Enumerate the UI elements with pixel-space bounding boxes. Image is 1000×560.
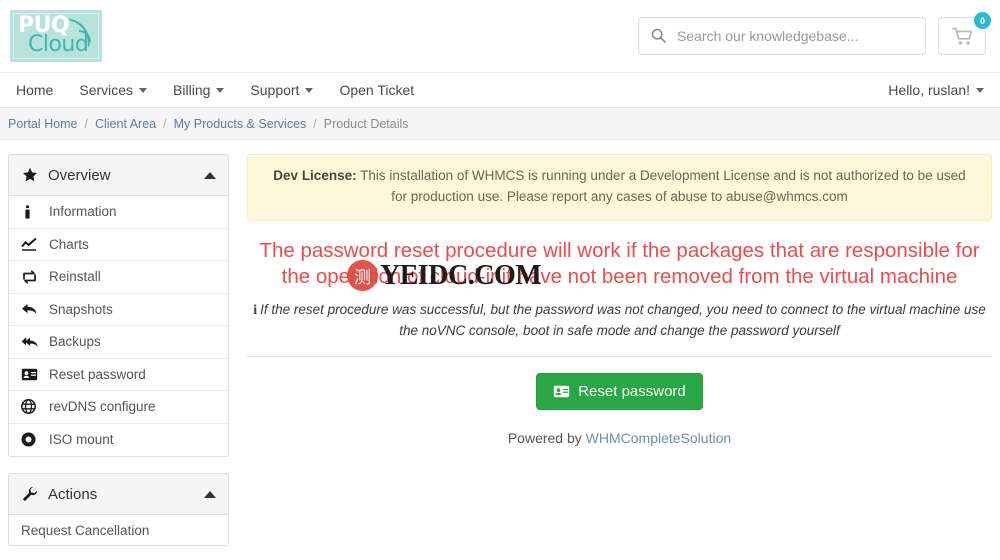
chevron-up-icon[interactable] bbox=[204, 491, 216, 498]
breadcrumb-item-current: Product Details bbox=[324, 117, 409, 131]
nav-item-services[interactable]: Services bbox=[79, 82, 147, 98]
shopping-cart-button[interactable]: 0 bbox=[938, 17, 986, 55]
site-logo[interactable]: PUQ Cloud bbox=[10, 10, 102, 62]
sidebar-item-label: Reinstall bbox=[49, 269, 101, 284]
nav-item-billing[interactable]: Billing bbox=[173, 82, 224, 98]
page-layout: Overview Information Charts Reinsta bbox=[0, 140, 1000, 560]
sidebar-item-request-cancellation[interactable]: Request Cancellation bbox=[9, 515, 228, 545]
knowledgebase-search bbox=[638, 17, 926, 55]
sidebar-overview-header[interactable]: Overview bbox=[9, 155, 228, 196]
main-navigation: Home Services Billing Support Open Ticke… bbox=[0, 72, 1000, 108]
breadcrumb-item-my-products-services[interactable]: My Products & Services bbox=[174, 117, 307, 131]
nav-label: Open Ticket bbox=[339, 82, 414, 98]
dot-circle-icon bbox=[21, 432, 41, 447]
sidebar-panel-actions: Actions Request Cancellation bbox=[8, 473, 229, 546]
account-menu[interactable]: Hello, ruslan! bbox=[888, 82, 984, 98]
sidebar-item-label: Information bbox=[49, 204, 117, 219]
wrench-icon bbox=[21, 486, 39, 502]
sidebar-item-reset-password[interactable]: Reset password bbox=[9, 359, 228, 392]
chevron-up-icon[interactable] bbox=[204, 172, 216, 179]
info-icon bbox=[21, 205, 41, 219]
dev-license-alert-text: This installation of WHMCS is running un… bbox=[357, 168, 966, 204]
star-icon bbox=[21, 167, 39, 183]
chevron-down-icon bbox=[139, 88, 147, 93]
retweet-icon bbox=[21, 270, 41, 284]
sidebar-item-label: ISO mount bbox=[49, 432, 114, 447]
chevron-down-icon bbox=[305, 88, 313, 93]
sidebar-item-label: revDNS configure bbox=[49, 399, 156, 414]
sidebar-item-charts[interactable]: Charts bbox=[9, 229, 228, 262]
nav-label: Support bbox=[250, 82, 299, 98]
whmcs-link[interactable]: WHMCompleteSolution bbox=[586, 430, 732, 446]
info-icon: i bbox=[253, 303, 257, 318]
breadcrumb-separator: / bbox=[163, 117, 166, 131]
chart-line-icon bbox=[21, 237, 41, 251]
sidebar-item-revdns-configure[interactable]: revDNS configure bbox=[9, 391, 228, 424]
powered-by-footer: Powered by WHMCompleteSolution bbox=[247, 428, 992, 446]
reply-icon bbox=[21, 302, 41, 316]
sidebar-item-label: Snapshots bbox=[49, 302, 113, 317]
search-input[interactable] bbox=[638, 17, 926, 55]
sidebar-item-reinstall[interactable]: Reinstall bbox=[9, 261, 228, 294]
nav-item-home[interactable]: Home bbox=[16, 82, 53, 98]
sidebar-item-iso-mount[interactable]: ISO mount bbox=[9, 424, 228, 457]
breadcrumb: Portal Home / Client Area / My Products … bbox=[0, 108, 1000, 140]
sidebar-item-backups[interactable]: Backups bbox=[9, 326, 228, 359]
breadcrumb-item-client-area[interactable]: Client Area bbox=[95, 117, 156, 131]
cart-count-badge: 0 bbox=[974, 12, 991, 29]
sidebar-item-information[interactable]: Information bbox=[9, 196, 228, 229]
password-reset-warning-title: The password reset procedure will work i… bbox=[247, 238, 992, 290]
reset-password-button[interactable]: Reset password bbox=[536, 373, 703, 410]
nav-label: Services bbox=[79, 82, 133, 98]
id-card-icon bbox=[21, 368, 41, 381]
breadcrumb-separator: / bbox=[84, 117, 87, 131]
sidebar-item-label: Charts bbox=[49, 237, 89, 252]
password-reset-note-text: If the reset procedure was successful, b… bbox=[260, 302, 986, 338]
account-label: Hello, ruslan! bbox=[888, 82, 970, 98]
site-header: PUQ Cloud 0 bbox=[0, 0, 1000, 72]
chevron-down-icon bbox=[976, 88, 984, 93]
nav-label: Home bbox=[16, 82, 53, 98]
reply-all-icon bbox=[21, 335, 41, 349]
sidebar-item-label: Backups bbox=[49, 334, 101, 349]
password-reset-note: iIf the reset procedure was successful, … bbox=[247, 300, 992, 341]
sidebar-item-snapshots[interactable]: Snapshots bbox=[9, 294, 228, 327]
nav-item-support[interactable]: Support bbox=[250, 82, 313, 98]
powered-by-prefix: Powered by bbox=[508, 430, 586, 446]
dev-license-alert-strong: Dev License: bbox=[273, 168, 356, 183]
chevron-down-icon bbox=[216, 88, 224, 93]
sidebar-overview-title: Overview bbox=[48, 167, 204, 184]
sidebar-actions-title: Actions bbox=[48, 486, 204, 503]
globe-icon bbox=[21, 399, 41, 414]
nav-item-open-ticket[interactable]: Open Ticket bbox=[339, 82, 414, 98]
dev-license-alert: Dev License: This installation of WHMCS … bbox=[247, 154, 992, 221]
sidebar: Overview Information Charts Reinsta bbox=[8, 154, 229, 560]
shopping-cart-icon bbox=[952, 27, 973, 46]
sidebar-item-label: Reset password bbox=[49, 367, 146, 382]
reset-password-button-label: Reset password bbox=[578, 383, 686, 400]
sidebar-actions-header[interactable]: Actions bbox=[9, 474, 228, 515]
main-content: Dev License: This installation of WHMCS … bbox=[229, 154, 992, 446]
breadcrumb-separator: / bbox=[313, 117, 316, 131]
nav-label: Billing bbox=[173, 82, 210, 98]
id-card-icon bbox=[553, 385, 570, 398]
reset-password-button-row: Reset password bbox=[247, 357, 992, 428]
sidebar-panel-overview: Overview Information Charts Reinsta bbox=[8, 154, 229, 457]
breadcrumb-item-portal-home[interactable]: Portal Home bbox=[8, 117, 77, 131]
